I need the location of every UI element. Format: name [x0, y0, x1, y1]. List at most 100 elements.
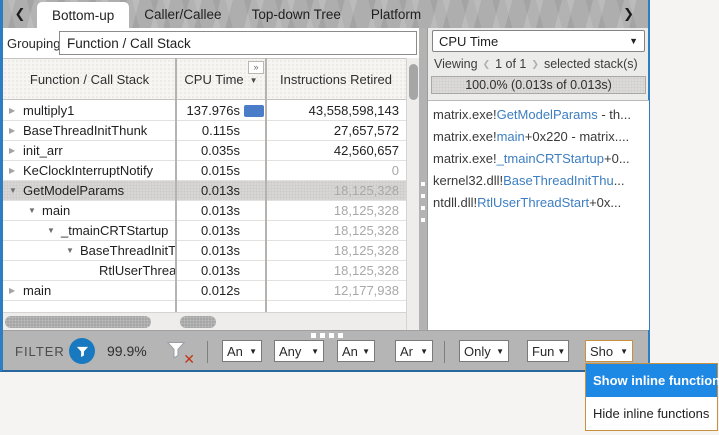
- instructions-retired-cell: 0: [266, 161, 406, 180]
- vertical-scrollbar-thumb[interactable]: [409, 64, 418, 100]
- cpu-time-value: 0.013s: [176, 183, 240, 198]
- expand-triangle-icon[interactable]: ▶: [9, 106, 23, 115]
- cpu-time-value: 0.015s: [176, 163, 240, 178]
- previous-stack-icon[interactable]: ❮: [483, 59, 491, 70]
- frame-offset: ...: [614, 173, 625, 188]
- column-header-function[interactable]: Function / Call Stack: [3, 59, 176, 99]
- menu-item-show-inline-functions[interactable]: Show inline functions: [586, 364, 717, 397]
- collapse-triangle-icon[interactable]: ▼: [47, 226, 61, 235]
- stack-metric-value: CPU Time: [439, 34, 498, 49]
- chevron-down-icon: ▼: [308, 347, 319, 356]
- next-stack-icon[interactable]: ❯: [531, 59, 539, 70]
- cpu-time-cell: 0.012s: [176, 281, 266, 300]
- tab-bottom-up[interactable]: Bottom-up: [37, 2, 129, 28]
- expand-triangle-icon[interactable]: ▶: [9, 286, 23, 295]
- expand-triangle-icon[interactable]: ▶: [9, 146, 23, 155]
- horizontal-scrollbar-thumb[interactable]: [5, 316, 151, 328]
- filter-bar: FILTER 99.9% ✕ An▼Any▼An▼Ar▼Only▼Fun▼Sho…: [3, 330, 648, 370]
- table-row[interactable]: ▼main0.013s18,125,328: [3, 201, 406, 221]
- collapse-triangle-icon[interactable]: ▼: [66, 246, 80, 255]
- back-chevron-icon[interactable]: ❮: [3, 0, 37, 28]
- filter-dropdown-only[interactable]: Only▼: [459, 340, 509, 362]
- clear-filter-icon[interactable]: ✕: [165, 339, 193, 365]
- tab-caller-callee[interactable]: Caller/Callee: [129, 0, 236, 28]
- table-row[interactable]: ▶BaseThreadInitThunk0.115s27,657,572: [3, 121, 406, 141]
- filter-divider: [207, 341, 208, 363]
- grouping-row: Grouping: Function / Call Stack: [3, 28, 421, 58]
- stack-frame-list: matrix.exe!GetModelParams - th...matrix.…: [428, 100, 649, 330]
- frame-function-link[interactable]: _tmainCRTStartup: [497, 151, 604, 166]
- table-row[interactable]: ▼_tmainCRTStartup0.013s18,125,328: [3, 221, 406, 241]
- frame-module: matrix.exe!: [433, 151, 497, 166]
- tab-top-down-tree[interactable]: Top-down Tree: [237, 0, 356, 28]
- stack-frame[interactable]: matrix.exe!main+0x220 - matrix....: [428, 126, 649, 148]
- tab-platform[interactable]: Platform: [356, 0, 436, 28]
- column-header-cpu-time-label: CPU Time: [184, 72, 243, 87]
- table-row[interactable]: RtlUserThreadS0.013s18,125,328: [3, 261, 406, 281]
- expand-triangle-icon[interactable]: ▶: [9, 166, 23, 175]
- call-stack-pane: CPU Time ▼ Viewing ❮ 1 of 1 ❯ selected s…: [427, 28, 648, 330]
- expand-column-button[interactable]: »: [248, 61, 264, 74]
- filter-dropdown-an[interactable]: An▼: [222, 340, 262, 362]
- function-name: GetModelParams: [23, 183, 124, 198]
- column-header-instructions-label: Instructions Retired: [280, 72, 392, 87]
- filter-percent: 99.9%: [107, 343, 147, 359]
- function-name: init_arr: [23, 143, 63, 158]
- stack-metric-select[interactable]: CPU Time ▼: [432, 30, 645, 52]
- splitter-grip-dot: [421, 194, 425, 198]
- function-cell: ▶main: [3, 281, 176, 300]
- function-name: main: [23, 283, 51, 298]
- filter-funnel-icon[interactable]: [69, 338, 95, 364]
- function-cell: ▶KeClockInterruptNotify: [3, 161, 176, 180]
- instructions-retired-cell: 42,560,657: [266, 141, 406, 160]
- table-row[interactable]: ▶init_arr0.035s42,560,657: [3, 141, 406, 161]
- function-name: RtlUserThreadS: [99, 263, 176, 278]
- collapse-triangle-icon[interactable]: ▼: [9, 186, 23, 195]
- pane-splitter[interactable]: [419, 28, 427, 330]
- stack-frame[interactable]: ntdll.dll!RtlUserThreadStart+0x...: [428, 192, 649, 214]
- vertical-scrollbar[interactable]: [406, 58, 419, 330]
- function-cell: ▼_tmainCRTStartup: [3, 221, 176, 240]
- frame-offset: - th...: [598, 107, 631, 122]
- grouping-label: Grouping:: [7, 36, 64, 51]
- function-cell: ▼BaseThreadInitThu: [3, 241, 176, 260]
- filter-divider: [444, 341, 445, 363]
- sort-descending-icon: ▼: [250, 76, 258, 85]
- column-header-cpu-time[interactable]: CPU Time ▼ »: [176, 59, 266, 99]
- table-row[interactable]: ▼GetModelParams0.013s18,125,328: [3, 181, 406, 201]
- filter-dropdown-fun[interactable]: Fun▼: [527, 340, 569, 362]
- horizontal-scrollbar-thumb[interactable]: [180, 316, 216, 328]
- filter-dropdown-sho[interactable]: Sho▼: [585, 340, 633, 362]
- forward-chevron-icon[interactable]: ❯: [623, 0, 634, 28]
- frame-function-link[interactable]: BaseThreadInitThu: [503, 173, 614, 188]
- table-row[interactable]: ▼BaseThreadInitThu0.013s18,125,328: [3, 241, 406, 261]
- table-row[interactable]: ▶main0.012s12,177,938: [3, 281, 406, 301]
- stack-viewing-row: Viewing ❮ 1 of 1 ❯ selected stack(s): [428, 54, 649, 74]
- frame-function-link[interactable]: main: [497, 129, 525, 144]
- filter-dropdown-ar[interactable]: Ar▼: [395, 340, 433, 362]
- stack-frame[interactable]: kernel32.dll!BaseThreadInitThu...: [428, 170, 649, 192]
- table-row[interactable]: ▶multiply1137.976s43,558,598,143: [3, 101, 406, 121]
- filterbar-grip[interactable]: [311, 333, 343, 338]
- expand-triangle-icon[interactable]: ▶: [9, 126, 23, 135]
- cpu-time-cell: 0.013s: [176, 261, 266, 280]
- cpu-time-value: 0.013s: [176, 203, 240, 218]
- cpu-time-value: 0.115s: [176, 123, 240, 138]
- cpu-time-cell: 0.115s: [176, 121, 266, 140]
- filter-dropdown-an[interactable]: An▼: [337, 340, 375, 362]
- instructions-retired-cell: 18,125,328: [266, 201, 406, 220]
- table-row[interactable]: ▶KeClockInterruptNotify0.015s 0: [3, 161, 406, 181]
- horizontal-scrollbar[interactable]: [3, 312, 406, 330]
- stack-frame[interactable]: matrix.exe!_tmainCRTStartup+0...: [428, 148, 649, 170]
- cpu-time-cell: 0.013s: [176, 221, 266, 240]
- filter-dropdown-any[interactable]: Any▼: [274, 340, 324, 362]
- grouping-select[interactable]: Function / Call Stack: [59, 31, 417, 55]
- column-header-instructions[interactable]: Instructions Retired: [266, 59, 406, 99]
- frame-function-link[interactable]: GetModelParams: [497, 107, 598, 122]
- collapse-triangle-icon[interactable]: ▼: [28, 206, 42, 215]
- frame-module: matrix.exe!: [433, 129, 497, 144]
- function-cell: ▼GetModelParams: [3, 181, 176, 200]
- frame-function-link[interactable]: RtlUserThreadStart: [477, 195, 589, 210]
- menu-item-hide-inline-functions[interactable]: Hide inline functions: [586, 397, 717, 430]
- stack-frame[interactable]: matrix.exe!GetModelParams - th...: [428, 104, 649, 126]
